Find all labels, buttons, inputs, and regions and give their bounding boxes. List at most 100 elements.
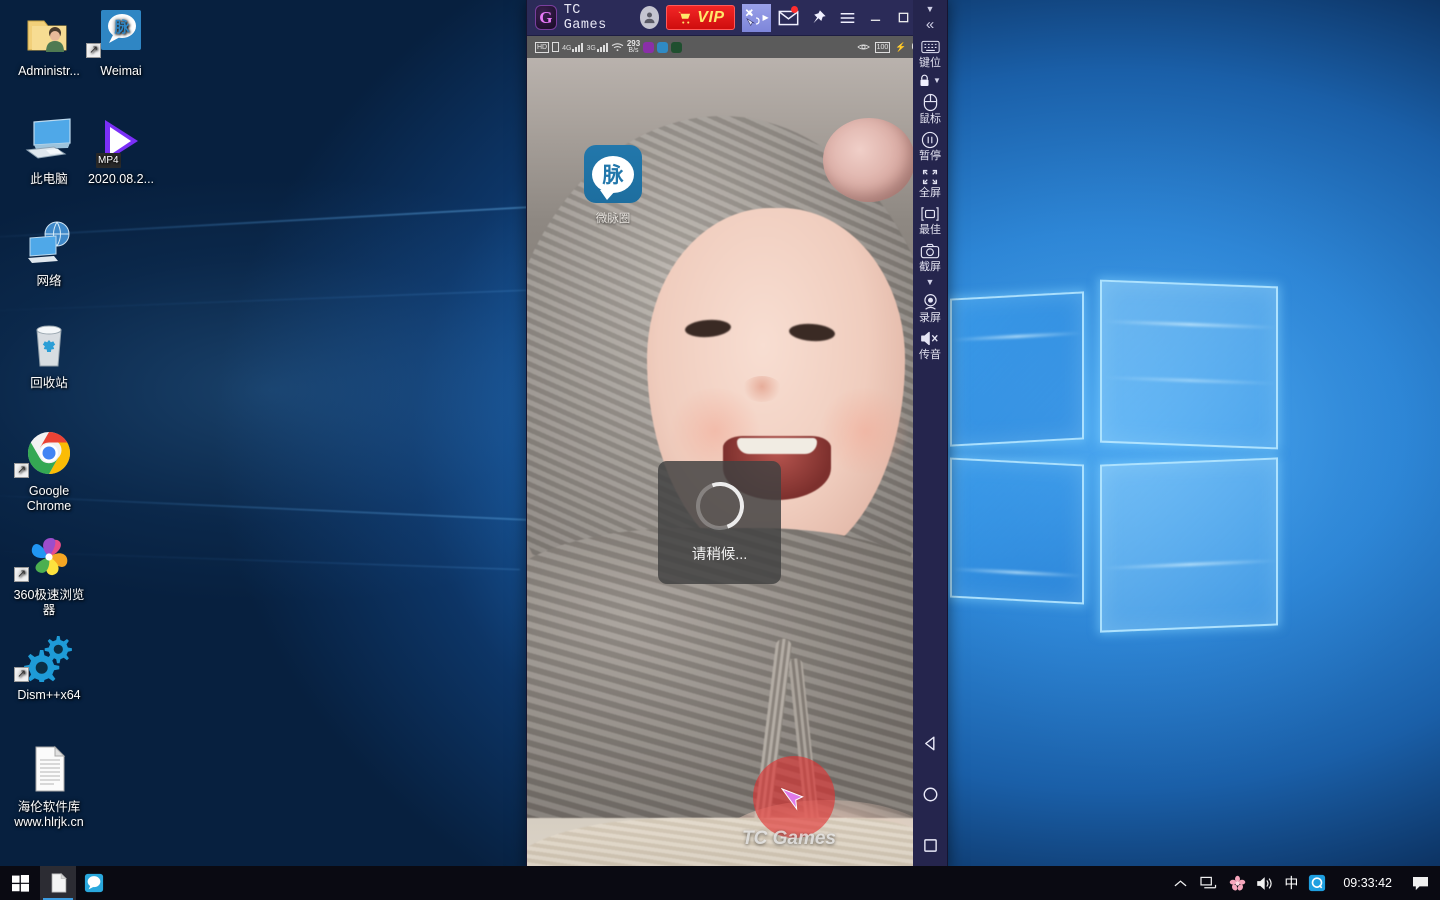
toolbar-item-label: 全屏 — [919, 187, 941, 199]
wallpaper-cheek-right — [817, 388, 913, 474]
toolbar-item-best-quality[interactable]: 最佳 — [913, 201, 947, 238]
ime-indicator[interactable]: 中 — [1279, 866, 1303, 900]
eye-protect-icon — [857, 44, 870, 50]
wallpaper-teeth — [737, 438, 817, 454]
toolbar-more-caret-icon[interactable]: ▼ — [913, 275, 947, 289]
toolbar-item-key-mapping[interactable]: 键位 — [913, 34, 947, 71]
toolbar-item-fullscreen[interactable]: 全屏 — [913, 164, 947, 201]
loading-spinner — [687, 473, 752, 538]
desktop-icon-label: 2020.08.2... — [87, 172, 155, 186]
nav-recents-button[interactable] — [917, 832, 943, 858]
charging-icon: ⚡ — [895, 41, 907, 52]
tc-games-side-toolbar[interactable]: ▼ « 键位 ▼ 鼠标 暂停 全屏 最佳 截屏 ▼ 录屏 传音 — [913, 0, 947, 872]
toolbar-item-label: 鼠标 — [919, 113, 941, 125]
show-hidden-icons-button[interactable] — [1167, 866, 1193, 900]
toolbar-item-pause[interactable]: 暂停 — [913, 127, 947, 164]
signal-sim1-icon: 4G — [562, 42, 584, 52]
window-title-bar[interactable]: G TC Games VIP ▶ — [527, 0, 947, 36]
app-badge-1-icon — [643, 41, 655, 53]
loading-dialog: 请稍候... — [658, 461, 781, 584]
best-icon — [920, 204, 940, 223]
tc-games-logo-icon: G — [535, 5, 557, 30]
wifi-icon — [611, 43, 624, 52]
desktop-icon-network[interactable]: 网络 — [6, 218, 92, 289]
desktop-icon-weimai[interactable]: 脉 ↗ Weimai — [78, 8, 164, 79]
lock-icon — [920, 74, 929, 86]
mail-icon[interactable] — [778, 4, 800, 32]
taskbar-clock[interactable]: 09:33:42 — [1331, 866, 1404, 900]
nav-back-button[interactable] — [917, 730, 943, 756]
system-tray[interactable]: 中 09:33:42 — [1167, 866, 1440, 900]
tc-games-window[interactable]: G TC Games VIP ▶ HD 4G 3G 293 B/s 100 ⚡ … — [527, 0, 947, 872]
toolbar-item-screenshot[interactable]: 截屏 — [913, 238, 947, 275]
mouse-icon — [923, 93, 938, 112]
account-icon[interactable] — [639, 6, 660, 29]
desktop-icon-mp4-file[interactable]: MP4 2020.08.2... — [78, 116, 164, 187]
weimai-app-icon: 脉 — [584, 145, 642, 203]
hamburger-menu-icon[interactable] — [836, 4, 858, 32]
toolbar-item-label: 录屏 — [919, 312, 941, 324]
network-icon — [6, 218, 92, 268]
chrome-icon: ↗ — [6, 428, 92, 478]
network-speed-indicator: 293 B/s — [626, 39, 641, 55]
desktop-icon-360-browser[interactable]: ↗ 360极速浏览 器 — [6, 532, 92, 618]
shortcut-overlay-icon: ↗ — [86, 43, 101, 58]
android-nav-buttons[interactable] — [917, 730, 943, 872]
maximize-button[interactable] — [893, 4, 914, 32]
lock-dropdown-caret-icon[interactable]: ▼ — [933, 76, 941, 85]
vip-button[interactable]: VIP — [666, 5, 735, 30]
text-file-icon — [6, 744, 92, 794]
desktop-icon-dism[interactable]: ↗ Dism++x64 — [6, 632, 92, 703]
record-icon — [921, 292, 940, 311]
windows-taskbar[interactable]: 中 09:33:42 — [0, 866, 1440, 900]
shortcut-overlay-icon: ↗ — [14, 667, 29, 682]
cursor-mode-toggle[interactable]: ▶ — [741, 3, 771, 32]
toolbar-item-label: 键位 — [919, 57, 941, 69]
desktop[interactable]: Administr... 脉 ↗ Weimai 此电脑 MP4 2020.08.… — [0, 0, 1440, 900]
toolbar-item-label: 暂停 — [919, 150, 941, 162]
desktop-icon-label: 网络 — [36, 274, 62, 288]
minimize-button[interactable] — [865, 4, 886, 32]
taskbar-weimai[interactable] — [76, 866, 112, 900]
toolbar-item-label: 最佳 — [919, 224, 941, 236]
toolbar-item-mouse-mode[interactable]: 鼠标 — [913, 90, 947, 127]
start-button[interactable] — [0, 866, 40, 900]
mail-unread-badge — [790, 5, 798, 13]
battery-icon: 100 — [874, 41, 891, 53]
volume-icon[interactable] — [1251, 866, 1279, 900]
taskbar-file-explorer[interactable] — [40, 866, 76, 900]
toolbar-item-audio-cast[interactable]: 传音 — [913, 326, 947, 363]
shortcut-overlay-icon: ↗ — [14, 463, 29, 478]
keyboard-icon — [920, 37, 940, 56]
app-badge-3-icon — [671, 41, 683, 53]
qq-icon[interactable] — [1303, 866, 1331, 900]
cursor-toggle-caret-icon: ▶ — [762, 13, 769, 22]
home-app-label: 微脉圈 — [595, 213, 631, 225]
toolbar-item-label: 传音 — [919, 349, 941, 361]
sogou-input-icon[interactable] — [1223, 866, 1251, 900]
toolbar-collapse-caret-icon[interactable]: ▼ — [913, 2, 947, 16]
desktop-icon-google-chrome[interactable]: ↗ Google Chrome — [6, 428, 92, 514]
sim-card-icon — [552, 42, 560, 52]
gears-icon: ↗ — [6, 632, 92, 686]
fullscreen-icon — [921, 167, 939, 186]
network-icon[interactable] — [1193, 866, 1223, 900]
action-center-icon[interactable] — [1404, 866, 1436, 900]
recycle-bin-icon — [6, 320, 92, 370]
desktop-icon-label: Weimai — [100, 64, 142, 78]
desktop-icon-recycle-bin[interactable]: 回收站 — [6, 320, 92, 391]
pin-icon[interactable] — [807, 4, 829, 32]
nav-home-button[interactable] — [917, 781, 943, 807]
toolbar-collapse-arrows-icon[interactable]: « — [913, 16, 947, 34]
toolbar-item-screen-record[interactable]: 录屏 — [913, 289, 947, 326]
svg-text:脉: 脉 — [113, 18, 130, 36]
camera-icon — [920, 241, 940, 260]
signal-sim2-icon: 3G — [586, 42, 608, 52]
desktop-icon-label: Dism++x64 — [17, 688, 81, 702]
phone-mirror-screen[interactable]: 脉 微脉圈 请稍候... TC Games — [527, 58, 913, 872]
window-title: TC Games — [563, 2, 607, 33]
toolbar-lock-row[interactable]: ▼ — [913, 71, 947, 90]
home-app-weimai[interactable]: 脉 微脉圈 — [558, 145, 668, 226]
toolbar-item-label: 截屏 — [919, 261, 941, 273]
desktop-icon-helen-software[interactable]: 海伦软件库 www.hlrjk.cn — [6, 744, 92, 830]
